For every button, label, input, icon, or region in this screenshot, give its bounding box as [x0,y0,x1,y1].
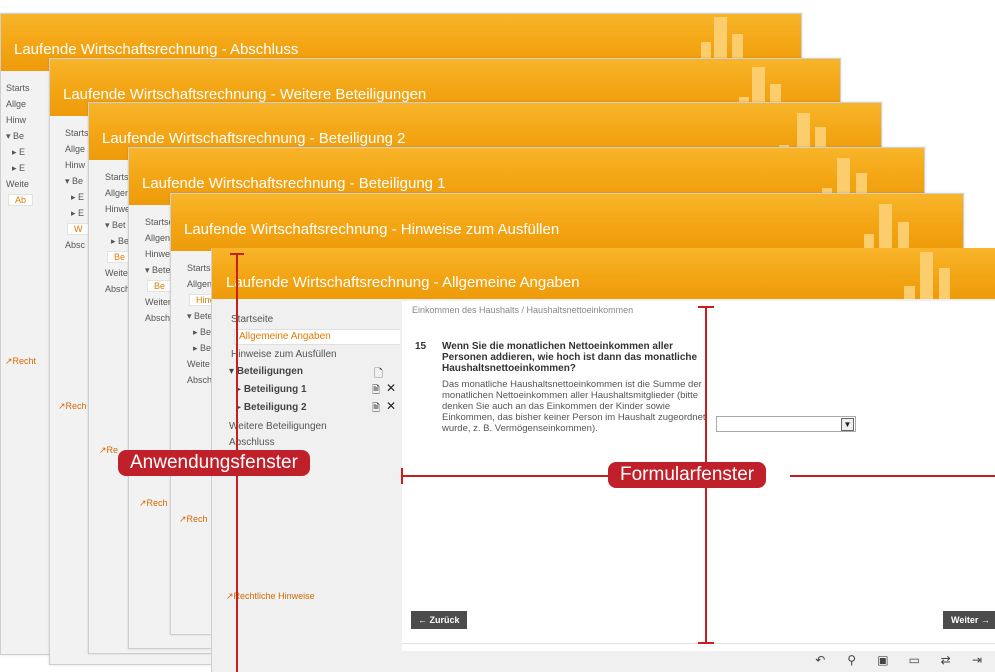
next-button[interactable]: Weiter → [943,611,995,629]
transfer-icon[interactable]: ⇄ [932,653,960,667]
delete-icon[interactable]: ✕ [386,381,396,395]
nav-beteiligungen[interactable]: ▾ Beteiligungen [229,366,303,377]
application-window: Laufende Wirtschaftsrechnung - Allgemein… [211,248,995,672]
window-title: Laufende Wirtschaftsrechnung - Beteiligu… [142,175,446,192]
annotation-tick [698,306,714,308]
income-select[interactable]: ▼ [716,416,856,432]
back-button[interactable]: ← Zurück [411,611,467,629]
rechtliche-link[interactable]: ↗Rech [179,514,208,525]
edit-icon[interactable]: 🗎 [372,383,380,400]
annotation-line [402,475,612,477]
rechtliche-link[interactable]: ↗Rech [139,498,168,509]
question-text: Wenn Sie die monatlichen Nettoeinkommen … [442,341,698,374]
window-title: Laufende Wirtschaftsrechnung - Hinweise … [184,221,560,238]
exit-icon[interactable]: ⇥ [963,653,991,667]
nav-selected-item[interactable]: W [67,223,90,235]
rechtliche-link[interactable]: ↗Rech [58,401,87,412]
nav-beteiligung-2[interactable]: ▸ Beteiligung 2 [236,402,307,413]
nav-allgemeine-angaben[interactable]: Allgemeine Angaben [234,329,400,345]
edit-icon[interactable]: 🗎 [372,401,380,418]
rechtliche-link[interactable]: ↗Recht [5,356,36,367]
window-nav: Starts Allge Hinw ▾ Be ▸ E ▸ E W Absc [65,128,90,250]
delete-icon[interactable]: ✕ [386,399,396,413]
toolbar: ↶ ⚲ ▣ ▭ ⇄ ⇥ [806,653,991,667]
window-title: Laufende Wirtschaftsrechnung - Weitere B… [63,86,427,103]
nav-weitere-beteiligungen[interactable]: Weitere Beteiligungen [229,421,327,432]
window-header: Laufende Wirtschaftsrechnung - Hinweise … [171,194,963,251]
annotation-line [790,475,995,477]
annotation-tick [230,253,244,255]
breadcrumb: Einkommen des Haushalts / Haushaltsnetto… [412,305,634,315]
application-window-label: Anwendungsfenster [118,450,310,476]
annotation-tick [698,642,714,644]
nav-hinweise[interactable]: Hinweise zum Ausfüllen [231,349,337,360]
window-nav: Starts Allge Hinw ▾ Be ▸ E ▸ E Weite Ab [6,80,34,208]
annotation-tick [401,468,403,484]
open-folder-icon[interactable]: ▭ [900,653,928,667]
form-window-label: Formularfenster [608,462,767,488]
window-title: Laufende Wirtschaftsrechnung - Allgemein… [226,274,580,291]
chevron-down-icon[interactable]: ▼ [841,418,854,431]
nav-beteiligung-1[interactable]: ▸ Beteiligung 1 [236,384,307,395]
nav-selected-item[interactable]: Ab [8,194,34,206]
question-help: Das monatliche Haushaltsnettoeinkommen i… [442,379,706,434]
search-icon[interactable]: ⚲ [838,653,866,667]
new-document-icon[interactable]: 🗋 [374,365,383,384]
window-title: Laufende Wirtschaftsrechnung - Abschluss [14,41,299,58]
save-icon[interactable]: ▣ [869,653,897,667]
question-number: 15 [415,341,427,352]
rechtliche-hinweise-link[interactable]: ↗Rechtliche Hinweise [226,591,315,602]
rechtliche-link[interactable]: ↗Re [99,445,118,456]
window-header: Laufende Wirtschaftsrechnung - Allgemein… [212,248,995,299]
window-title: Laufende Wirtschaftsrechnung - Beteiligu… [102,130,406,147]
nav-selected-item[interactable]: Be [147,280,173,292]
undo-icon[interactable]: ↶ [806,653,834,667]
